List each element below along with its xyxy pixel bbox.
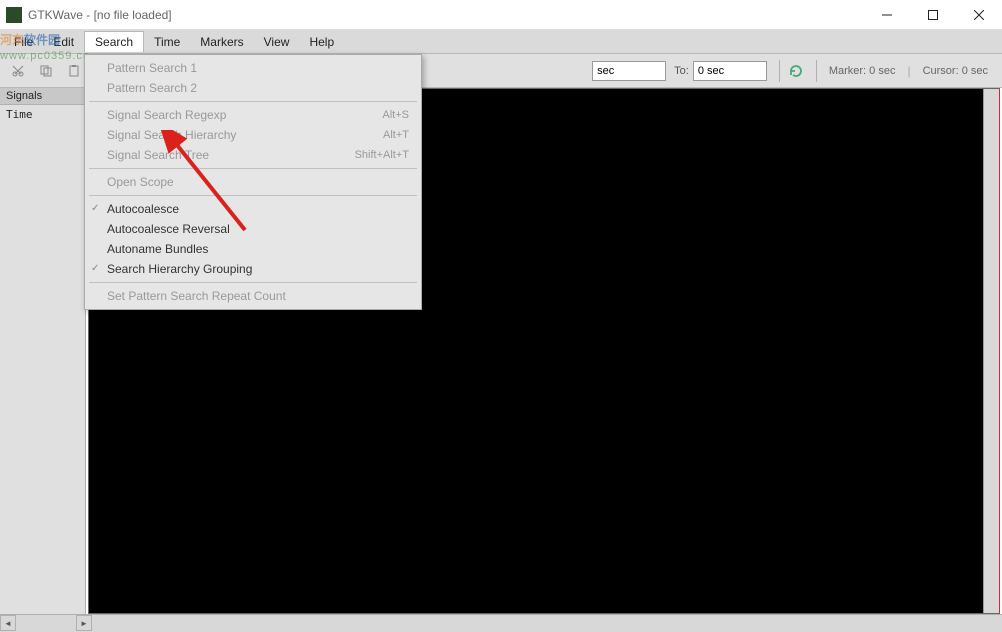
cut-icon[interactable]	[6, 59, 30, 83]
window-controls	[864, 0, 1002, 30]
scroll-left-icon[interactable]: ◄	[0, 615, 16, 631]
menu-bar: File Edit Search Time Markers View Help	[0, 30, 1002, 54]
scrollbar-vertical[interactable]	[983, 89, 999, 613]
dd-label: Signal Search Hierarchy	[107, 128, 236, 142]
maximize-button[interactable]	[910, 0, 956, 30]
dd-label: Autoname Bundles	[107, 242, 208, 256]
cursor-text: Cursor: 0 sec	[923, 65, 988, 77]
dd-shortcut: Alt+T	[383, 129, 409, 141]
dd-label: Pattern Search 2	[107, 81, 197, 95]
signals-list[interactable]: Time	[0, 105, 85, 614]
check-icon: ✓	[91, 263, 99, 274]
list-item[interactable]: Time	[2, 107, 83, 122]
dd-pattern-search-2[interactable]: Pattern Search 2	[85, 78, 421, 98]
toolbar-text-divider: |	[907, 64, 910, 78]
dd-signal-search-hierarchy[interactable]: Signal Search Hierarchy Alt+T	[85, 125, 421, 145]
dropdown-separator	[89, 101, 417, 102]
paste-icon[interactable]	[62, 59, 86, 83]
dd-label: Search Hierarchy Grouping	[107, 262, 252, 276]
menu-time[interactable]: Time	[144, 32, 190, 52]
search-dropdown: Pattern Search 1 Pattern Search 2 Signal…	[84, 54, 422, 310]
dropdown-separator	[89, 195, 417, 196]
check-icon: ✓	[91, 203, 99, 214]
dd-shortcut: Shift+Alt+T	[355, 149, 409, 161]
dropdown-separator	[89, 168, 417, 169]
dd-label: Signal Search Tree	[107, 148, 209, 162]
marker-text: Marker: 0 sec	[829, 65, 896, 77]
menu-search[interactable]: Search	[84, 31, 144, 52]
app-name: GTKWave -	[28, 8, 94, 22]
dd-set-pattern-repeat[interactable]: Set Pattern Search Repeat Count	[85, 286, 421, 306]
dd-signal-search-tree[interactable]: Signal Search Tree Shift+Alt+T	[85, 145, 421, 165]
dd-signal-search-regexp[interactable]: Signal Search Regexp Alt+S	[85, 105, 421, 125]
from-input[interactable]	[592, 61, 666, 81]
dd-shortcut: Alt+S	[382, 109, 409, 121]
signals-title: Signals	[0, 88, 85, 105]
title-bar: GTKWave - [no file loaded]	[0, 0, 1002, 30]
menu-edit[interactable]: Edit	[43, 32, 84, 52]
dd-autocoalesce-reversal[interactable]: Autocoalesce Reversal	[85, 219, 421, 239]
scroll-right-icon[interactable]: ►	[76, 615, 92, 631]
reload-icon[interactable]	[784, 59, 808, 83]
signals-panel: Signals Time	[0, 88, 86, 614]
dd-label: Autocoalesce Reversal	[107, 222, 230, 236]
menu-markers[interactable]: Markers	[190, 32, 253, 52]
dropdown-separator	[89, 282, 417, 283]
to-label: To:	[674, 65, 689, 77]
copy-icon[interactable]	[34, 59, 58, 83]
menu-file[interactable]: File	[4, 32, 43, 52]
toolbar-separator	[816, 60, 817, 82]
to-field: To:	[674, 61, 767, 81]
dd-open-scope[interactable]: Open Scope	[85, 172, 421, 192]
dd-label: Autocoalesce	[107, 202, 179, 216]
from-field	[592, 61, 666, 81]
dd-pattern-search-1[interactable]: Pattern Search 1	[85, 58, 421, 78]
scrollbar-horizontal[interactable]: ◄ ►	[0, 614, 1002, 632]
dd-label: Open Scope	[107, 175, 174, 189]
dd-autocoalesce[interactable]: ✓ Autocoalesce	[85, 199, 421, 219]
toolbar-separator	[779, 60, 780, 82]
dd-autoname-bundles[interactable]: Autoname Bundles	[85, 239, 421, 259]
minimize-button[interactable]	[864, 0, 910, 30]
close-button[interactable]	[956, 0, 1002, 30]
dd-label: Pattern Search 1	[107, 61, 197, 75]
title-text: GTKWave - [no file loaded]	[28, 8, 864, 22]
menu-view[interactable]: View	[254, 32, 300, 52]
dd-label: Signal Search Regexp	[107, 108, 226, 122]
to-input[interactable]	[693, 61, 767, 81]
file-status: [no file loaded]	[94, 8, 172, 22]
dd-label: Set Pattern Search Repeat Count	[107, 289, 286, 303]
dd-search-hierarchy-grouping[interactable]: ✓ Search Hierarchy Grouping	[85, 259, 421, 279]
app-icon	[6, 7, 22, 23]
menu-help[interactable]: Help	[299, 32, 344, 52]
